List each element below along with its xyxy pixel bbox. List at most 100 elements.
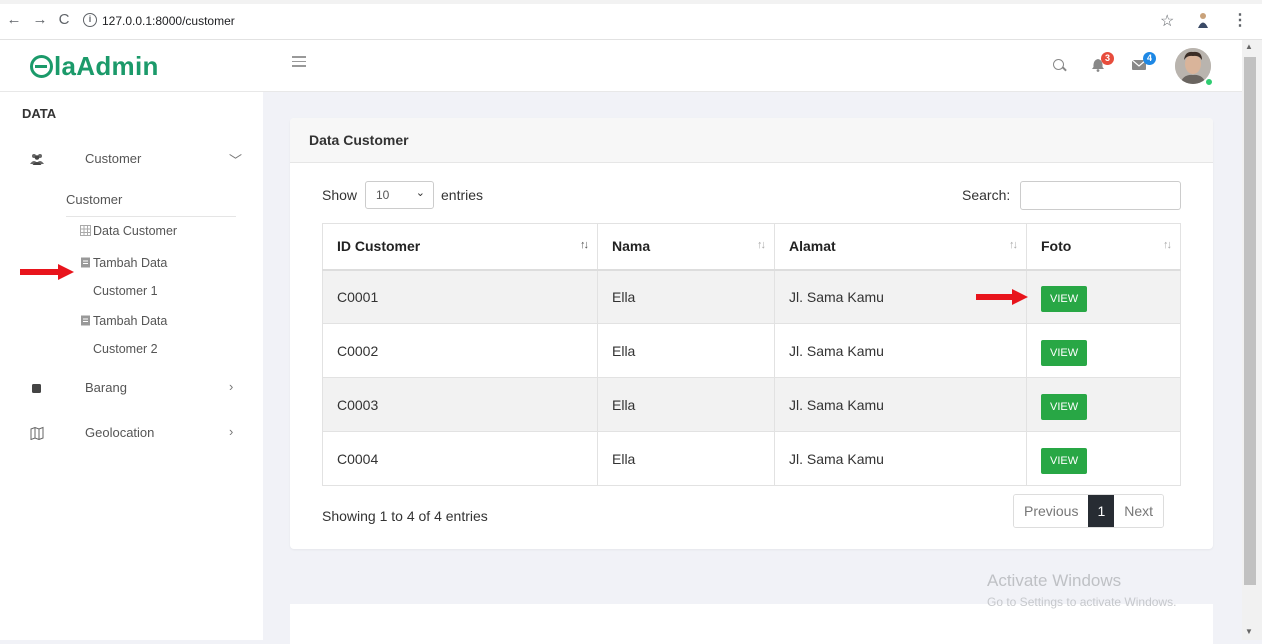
address-bar[interactable]: 127.0.0.1:8000/customer	[102, 11, 235, 31]
page-length-select[interactable]: 10 ⌄	[365, 181, 434, 209]
browser-menu-icon[interactable]: ⋮	[1232, 10, 1248, 30]
back-icon[interactable]: ←	[6, 12, 22, 28]
scrollbar-thumb[interactable]	[1244, 57, 1256, 585]
chevron-down-icon: ⌄	[415, 187, 425, 199]
column-label: Alamat	[789, 238, 836, 255]
sidebar-item-label: Barang	[85, 380, 127, 395]
footer-card	[290, 604, 1213, 644]
red-arrow-annotation	[20, 264, 74, 280]
entries-label: entries	[441, 187, 484, 203]
submenu-tambah-customer-1[interactable]: Tambah Data	[80, 256, 167, 270]
sort-icon: ↑↓	[580, 239, 589, 251]
table-row: C0004 Ella Jl. Sama Kamu VIEW	[322, 431, 1181, 486]
cell-alamat: Jl. Sama Kamu	[774, 377, 1027, 432]
submenu-label: Tambah Data	[93, 314, 168, 328]
data-customer-card: Data Customer Show 10 ⌄ entries Search: …	[290, 118, 1213, 549]
column-label: ID Customer	[337, 238, 421, 255]
windows-watermark-subtitle: Go to Settings to activate Windows.	[987, 595, 1177, 609]
scroll-down-icon[interactable]: ▼	[1245, 627, 1253, 636]
top-header: 3 4	[263, 40, 1242, 92]
table-row: C0001 Ella Jl. Sama Kamu VIEW	[322, 269, 1181, 324]
table-row: C0003 Ella Jl. Sama Kamu VIEW	[322, 377, 1181, 432]
view-photo-button[interactable]: VIEW	[1041, 285, 1088, 312]
file-icon	[81, 315, 90, 326]
page-1-button[interactable]: 1	[1088, 495, 1115, 527]
sidebar-item-customer[interactable]: Customer ﹀	[0, 148, 263, 172]
tab-strip	[0, 0, 1262, 4]
page-length-value: 10	[376, 188, 390, 202]
submenu-divider	[66, 216, 236, 217]
next-page-button[interactable]: Next	[1114, 495, 1164, 527]
column-label: Nama	[612, 238, 651, 255]
cell-id: C0001	[322, 269, 598, 324]
hamburger-menu-icon[interactable]	[292, 56, 306, 68]
sidebar-section-title: DATA	[22, 106, 57, 121]
red-arrow-annotation	[976, 289, 1028, 305]
search-label: Search:	[962, 187, 1011, 203]
cell-alamat: Jl. Sama Kamu	[774, 323, 1027, 378]
site-info-icon[interactable]: i	[83, 13, 97, 27]
map-icon	[30, 426, 44, 440]
logo[interactable]: laAdmin	[30, 51, 159, 82]
cell-nama: Ella	[597, 377, 775, 432]
cell-id: C0003	[322, 377, 598, 432]
sidebar-item-label: Customer	[85, 151, 142, 166]
sidebar-item-barang[interactable]: Barang ›	[0, 377, 263, 401]
chevron-right-icon: ›	[229, 379, 234, 394]
logo-area: laAdmin	[0, 40, 263, 92]
view-photo-button[interactable]: VIEW	[1041, 393, 1088, 420]
forward-icon[interactable]: →	[32, 12, 48, 28]
sidebar: laAdmin DATA Customer ﹀ Customer Data Cu…	[0, 40, 263, 640]
view-photo-button[interactable]: VIEW	[1041, 447, 1088, 474]
bookmark-star-icon[interactable]: ☆	[1160, 11, 1174, 31]
cell-nama: Ella	[597, 323, 775, 378]
cell-foto: VIEW	[1026, 269, 1181, 324]
submenu-data-customer[interactable]: Data Customer	[80, 224, 177, 238]
column-header-nama[interactable]: Nama ↑↓	[597, 223, 775, 271]
column-header-alamat[interactable]: Alamat ↑↓	[774, 223, 1027, 271]
column-header-id[interactable]: ID Customer ↑↓	[322, 223, 598, 271]
search-input[interactable]	[1020, 181, 1181, 210]
chevron-down-icon: ﹀	[229, 153, 243, 168]
submenu-label: Tambah Data	[93, 256, 168, 270]
notification-badge: 3	[1101, 52, 1114, 65]
message-badge: 4	[1143, 52, 1156, 65]
sort-icon: ↑↓	[1163, 239, 1172, 251]
browser-toolbar: ← → C i 127.0.0.1:8000/customer ☆ ⋮	[0, 0, 1262, 40]
view-photo-button[interactable]: VIEW	[1041, 339, 1088, 366]
scroll-up-icon[interactable]: ▲	[1245, 42, 1253, 51]
chevron-right-icon: ›	[229, 424, 234, 439]
submenu-label-line2[interactable]: Customer 1	[93, 284, 158, 298]
customer-table: ID Customer ↑↓ Nama ↑↓ Alamat ↑↓ Foto ↑↓ C00…	[322, 223, 1181, 486]
previous-page-button[interactable]: Previous	[1014, 495, 1089, 527]
search-icon[interactable]	[1053, 59, 1064, 70]
sort-icon: ↑↓	[757, 239, 766, 251]
table-info: Showing 1 to 4 of 4 entries	[322, 508, 488, 524]
column-label: Foto	[1041, 238, 1072, 255]
cell-alamat: Jl. Sama Kamu	[774, 431, 1027, 486]
card-title: Data Customer	[309, 132, 409, 148]
pagination: Previous 1 Next	[1013, 494, 1165, 528]
file-icon	[81, 257, 90, 268]
submenu-label-line2[interactable]: Customer 2	[93, 342, 158, 356]
reload-icon[interactable]: C	[56, 12, 72, 28]
logo-text: laAdmin	[54, 51, 159, 81]
cell-id: C0002	[322, 323, 598, 378]
submenu-label: Data Customer	[93, 224, 178, 238]
sidebar-item-geolocation[interactable]: Geolocation ›	[0, 422, 263, 446]
submenu-tambah-customer-2[interactable]: Tambah Data	[80, 314, 167, 328]
column-header-foto[interactable]: Foto ↑↓	[1026, 223, 1181, 271]
logo-e-icon	[30, 55, 53, 78]
sidebar-item-label: Geolocation	[85, 425, 155, 440]
users-icon	[30, 154, 44, 165]
cell-foto: VIEW	[1026, 431, 1181, 486]
cell-nama: Ella	[597, 269, 775, 324]
square-icon	[32, 384, 41, 393]
extension-icon[interactable]	[1197, 12, 1209, 28]
submenu-title: Customer	[66, 192, 123, 207]
cell-nama: Ella	[597, 431, 775, 486]
table-icon	[80, 225, 91, 236]
table-header-row: ID Customer ↑↓ Nama ↑↓ Alamat ↑↓ Foto ↑↓	[322, 223, 1181, 271]
cell-foto: VIEW	[1026, 323, 1181, 378]
table-row: C0002 Ella Jl. Sama Kamu VIEW	[322, 323, 1181, 378]
